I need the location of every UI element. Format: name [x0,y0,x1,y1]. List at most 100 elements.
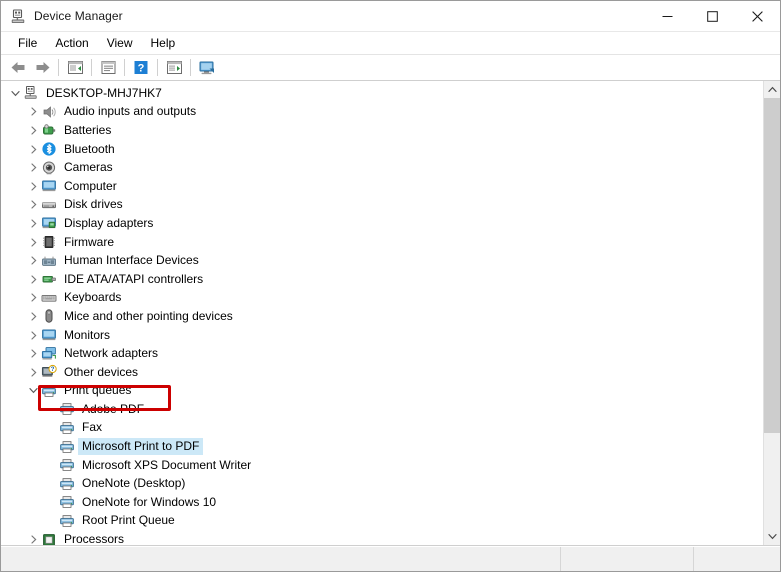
tree-item-label: Disk drives [60,196,127,213]
tree-item-label: Cameras [60,159,117,176]
tree-item-onenote-for-windows-10[interactable]: OneNote for Windows 10 [1,493,763,512]
separator-5 [190,59,191,76]
tree-item-label: Human Interface Devices [60,252,203,269]
other-devices-warning-icon: ? [41,364,57,380]
tree-item-bluetooth[interactable]: Bluetooth [1,140,763,159]
chevron-right-icon[interactable] [25,275,41,284]
status-bar [1,546,780,571]
tree-item-label: OneNote (Desktop) [78,475,189,492]
menu-file[interactable]: File [9,34,46,52]
forward-icon[interactable] [30,56,54,79]
status-cell-secondary [561,547,694,571]
tree-item-onenote-desktop[interactable]: OneNote (Desktop) [1,474,763,493]
battery-icon [41,122,57,138]
scroll-up-arrow-icon[interactable] [764,81,780,98]
back-icon[interactable] [6,56,30,79]
tree-item-label: Audio inputs and outputs [60,103,200,120]
chevron-right-icon[interactable] [25,238,41,247]
show-hide-console-tree-icon[interactable] [63,56,87,79]
chevron-right-icon[interactable] [25,219,41,228]
tree-item-firmware[interactable]: Firmware [1,233,763,252]
tree-item-human-interface-devices[interactable]: Human Interface Devices [1,251,763,270]
tree-item-print-queues[interactable]: Print queues [1,382,763,401]
title-bar: Device Manager [1,1,780,32]
tree-item-label: Adobe PDF [78,401,148,418]
tree-item-label: Monitors [60,327,114,344]
chevron-down-icon[interactable] [7,89,23,98]
disk-drive-icon [41,197,57,213]
hid-icon [41,253,57,269]
scroll-down-arrow-icon[interactable] [764,528,780,545]
chevron-right-icon[interactable] [25,312,41,321]
speaker-icon [41,104,57,120]
close-button[interactable] [735,1,780,32]
chevron-right-icon[interactable] [25,107,41,116]
device-manager-window: Device Manager File Action View Help [0,0,781,572]
tree-item-label: Root Print Queue [78,512,179,529]
window-title: Device Manager [34,9,123,23]
separator-2 [91,59,92,76]
tree-item-root[interactable]: DESKTOP-MHJ7HK7 [1,84,763,103]
printer-icon [59,494,75,510]
chevron-down-icon[interactable] [25,386,41,395]
update-driver-icon[interactable] [162,56,186,79]
printer-icon [41,383,57,399]
chevron-right-icon[interactable] [25,126,41,135]
bluetooth-icon [41,141,57,157]
vertical-scrollbar[interactable] [763,81,780,545]
chevron-right-icon[interactable] [25,145,41,154]
tree-item-other-devices[interactable]: ? Other devices [1,363,763,382]
menu-action[interactable]: Action [46,34,97,52]
separator-3 [124,59,125,76]
mouse-icon [41,308,57,324]
chevron-right-icon[interactable] [25,368,41,377]
maximize-button[interactable] [690,1,735,32]
tree-item-network-adapters[interactable]: Network adapters [1,344,763,363]
tree-item-label: Bluetooth [60,141,119,158]
chevron-right-icon[interactable] [25,182,41,191]
tree-item-computer[interactable]: Computer [1,177,763,196]
tree-item-batteries[interactable]: Batteries [1,121,763,140]
tree-item-mice-and-other-pointing-devices[interactable]: Mice and other pointing devices [1,307,763,326]
tree-item-microsoft-print-to-pdf[interactable]: Microsoft Print to PDF [1,437,763,456]
chevron-right-icon[interactable] [25,163,41,172]
chevron-right-icon[interactable] [25,331,41,340]
scrollbar-thumb[interactable] [764,98,780,433]
tree-item-monitors[interactable]: Monitors [1,326,763,345]
tree-item-adobe-pdf[interactable]: Adobe PDF [1,400,763,419]
scrollbar-track[interactable] [764,98,780,528]
chevron-right-icon[interactable] [25,293,41,302]
keyboard-icon [41,290,57,306]
help-icon[interactable]: ? [129,56,153,79]
tree-item-label: IDE ATA/ATAPI controllers [60,271,207,288]
ide-controller-icon [41,271,57,287]
tree-item-ide-ata-atapi-controllers[interactable]: IDE ATA/ATAPI controllers [1,270,763,289]
tree-item-label: DESKTOP-MHJ7HK7 [42,85,166,102]
tree-item-microsoft-xps-document-writer[interactable]: Microsoft XPS Document Writer [1,456,763,475]
chevron-right-icon[interactable] [25,256,41,265]
chevron-right-icon[interactable] [25,200,41,209]
tree-item-fax[interactable]: Fax [1,419,763,438]
tree-item-display-adapters[interactable]: Display adapters [1,214,763,233]
tree-item-cameras[interactable]: Cameras [1,158,763,177]
window-controls [645,1,780,32]
scan-for-hardware-changes-icon[interactable] [195,56,219,79]
status-cell-tertiary [694,547,780,571]
display-adapter-icon [41,215,57,231]
tree-item-processors[interactable]: Processors [1,530,763,545]
properties-icon[interactable] [96,56,120,79]
tree-item-label: Mice and other pointing devices [60,308,237,325]
tree-item-audio-inputs-and-outputs[interactable]: Audio inputs and outputs [1,103,763,122]
tree-item-disk-drives[interactable]: Disk drives [1,196,763,215]
tree-item-keyboards[interactable]: Keyboards [1,289,763,308]
chevron-right-icon[interactable] [25,535,41,544]
menu-view[interactable]: View [98,34,142,52]
minimize-button[interactable] [645,1,690,32]
tree-item-root-print-queue[interactable]: Root Print Queue [1,512,763,531]
printer-icon [59,513,75,529]
device-tree[interactable]: DESKTOP-MHJ7HK7 Audio inputs and outputs [1,81,763,545]
tree-item-label: Batteries [60,122,115,139]
tree-item-label: Fax [78,419,106,436]
menu-help[interactable]: Help [142,34,185,52]
chevron-right-icon[interactable] [25,349,41,358]
